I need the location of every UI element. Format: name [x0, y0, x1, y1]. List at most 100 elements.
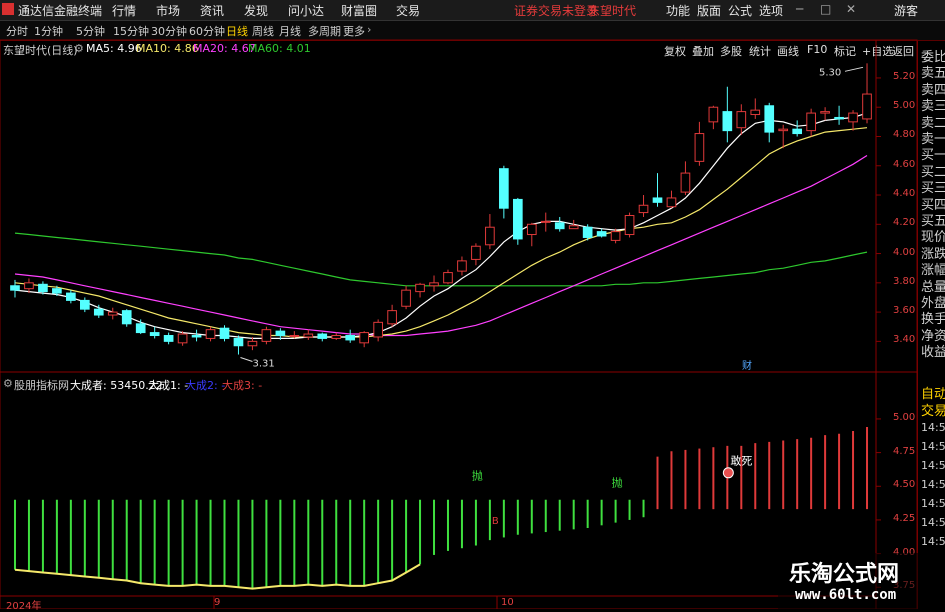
xaxis-label-year: 2024年 — [6, 601, 42, 612]
trade-time: 14:56 — [921, 535, 945, 548]
candle-down — [554, 222, 565, 230]
candle-up — [638, 204, 649, 214]
candle-up — [736, 111, 747, 129]
candle-down — [219, 327, 230, 339]
candle-down — [764, 105, 775, 133]
candle-down — [191, 335, 202, 338]
candle-up — [820, 111, 830, 114]
indicator-tick-label: 4.50 — [893, 479, 916, 491]
indicator-tick-label: 4.25 — [893, 512, 916, 524]
finance-event-marker: 财 — [742, 359, 752, 372]
candle-up — [24, 282, 34, 290]
price-tick-label: 5.00 — [893, 100, 916, 112]
candle-down — [345, 335, 356, 341]
candle-down — [52, 288, 62, 294]
candle-down — [163, 335, 174, 342]
candle-down — [10, 285, 20, 291]
candle-down — [38, 283, 48, 293]
candle-down — [275, 330, 286, 337]
trade-time: 14:55 — [921, 421, 945, 434]
ma20-line — [14, 154, 868, 337]
candle-up — [261, 329, 272, 342]
candle-up — [429, 282, 439, 287]
candle-down — [317, 333, 328, 339]
candle-down — [792, 128, 803, 135]
candle-up — [457, 260, 467, 272]
candle-up — [485, 226, 495, 246]
candle-up — [778, 128, 789, 132]
price-tick-label: 3.80 — [893, 275, 916, 287]
candle-down — [93, 308, 104, 316]
candle-up — [568, 225, 579, 230]
candle-down — [79, 299, 90, 310]
low-price-label: 3.31 — [252, 359, 274, 370]
indicator-low-line — [14, 563, 421, 590]
xaxis-label-oct: 10 — [501, 597, 514, 608]
price-tick-label: 3.60 — [893, 305, 916, 317]
watermark-url: www.60lt.com — [795, 587, 897, 603]
ma10-line — [14, 127, 868, 338]
indicator-tick-label: 4.75 — [893, 445, 916, 457]
candle-down — [512, 198, 523, 240]
high-arrow — [844, 66, 864, 72]
candle-up — [443, 272, 453, 284]
candle-up — [415, 283, 425, 293]
candle-up — [401, 289, 411, 307]
candle-up — [680, 172, 691, 193]
candle-up — [750, 109, 761, 116]
price-tick-label: 4.20 — [893, 217, 916, 229]
indicator-tick-label: 5.00 — [893, 411, 916, 423]
dare-signal-label: 敢死 — [730, 454, 752, 468]
candle-down — [135, 323, 146, 334]
candle-up — [708, 106, 719, 123]
quote-side-panel: 委比 卖五 卖四 卖三 卖二 卖一 买一 买二 买三 买四 买五 现价 涨跌 涨幅 总量 外盘 换手 净资 收益 自动… — [917, 41, 945, 609]
candle-up — [177, 333, 188, 344]
candle-up — [387, 310, 397, 325]
candle-down — [233, 337, 244, 347]
xaxis-label-sep: 9 — [214, 597, 221, 608]
candle-up — [862, 93, 872, 120]
high-price-label: 5.30 — [819, 67, 841, 78]
side-item[interactable]: 交易 — [921, 400, 945, 419]
trade-time: 14:56 — [921, 440, 945, 453]
trade-time: 14:56 — [921, 478, 945, 491]
candle-up — [471, 245, 481, 260]
candle-down — [596, 231, 607, 237]
candle-down — [722, 111, 733, 132]
candle-up — [624, 215, 635, 236]
price-tick-label: 4.60 — [893, 158, 916, 170]
candle-up — [303, 333, 314, 338]
trade-time: 14:56 — [921, 459, 945, 472]
candle-down — [121, 310, 132, 325]
low-arrow — [240, 357, 253, 363]
watermark-title: 乐淘公式网 — [789, 562, 900, 587]
candle-down — [834, 116, 844, 120]
side-item[interactable]: 收益 — [921, 341, 945, 360]
candle-up — [526, 223, 537, 236]
sell-signal-label: 抛 — [612, 475, 623, 489]
price-chart: 抛 抛 B 敢死 5.30 3.31 财 — [0, 39, 918, 609]
candle-down — [66, 292, 76, 301]
trade-time: 14:56 — [921, 516, 945, 529]
candle-up — [373, 321, 383, 338]
candle-up — [107, 311, 118, 316]
candle-up — [289, 335, 300, 338]
price-tick-label: 5.20 — [893, 70, 916, 82]
ma60-line — [14, 232, 868, 287]
candle-down — [652, 197, 663, 203]
price-tick-label: 4.00 — [893, 246, 916, 258]
candle-up — [205, 329, 216, 339]
candle-up — [610, 231, 621, 241]
candle-up — [848, 112, 858, 123]
candle-up — [359, 332, 370, 344]
candle-up — [806, 112, 816, 132]
price-tick-label: 4.40 — [893, 188, 916, 200]
candle-up — [331, 335, 342, 339]
price-tick-label: 3.40 — [893, 334, 916, 346]
candle-up — [694, 133, 705, 162]
price-tick-label: 4.80 — [893, 129, 916, 141]
candle-down — [149, 332, 160, 337]
candle-up — [247, 340, 258, 347]
candle-up — [540, 220, 551, 223]
buy-signal-label: B — [492, 516, 499, 527]
